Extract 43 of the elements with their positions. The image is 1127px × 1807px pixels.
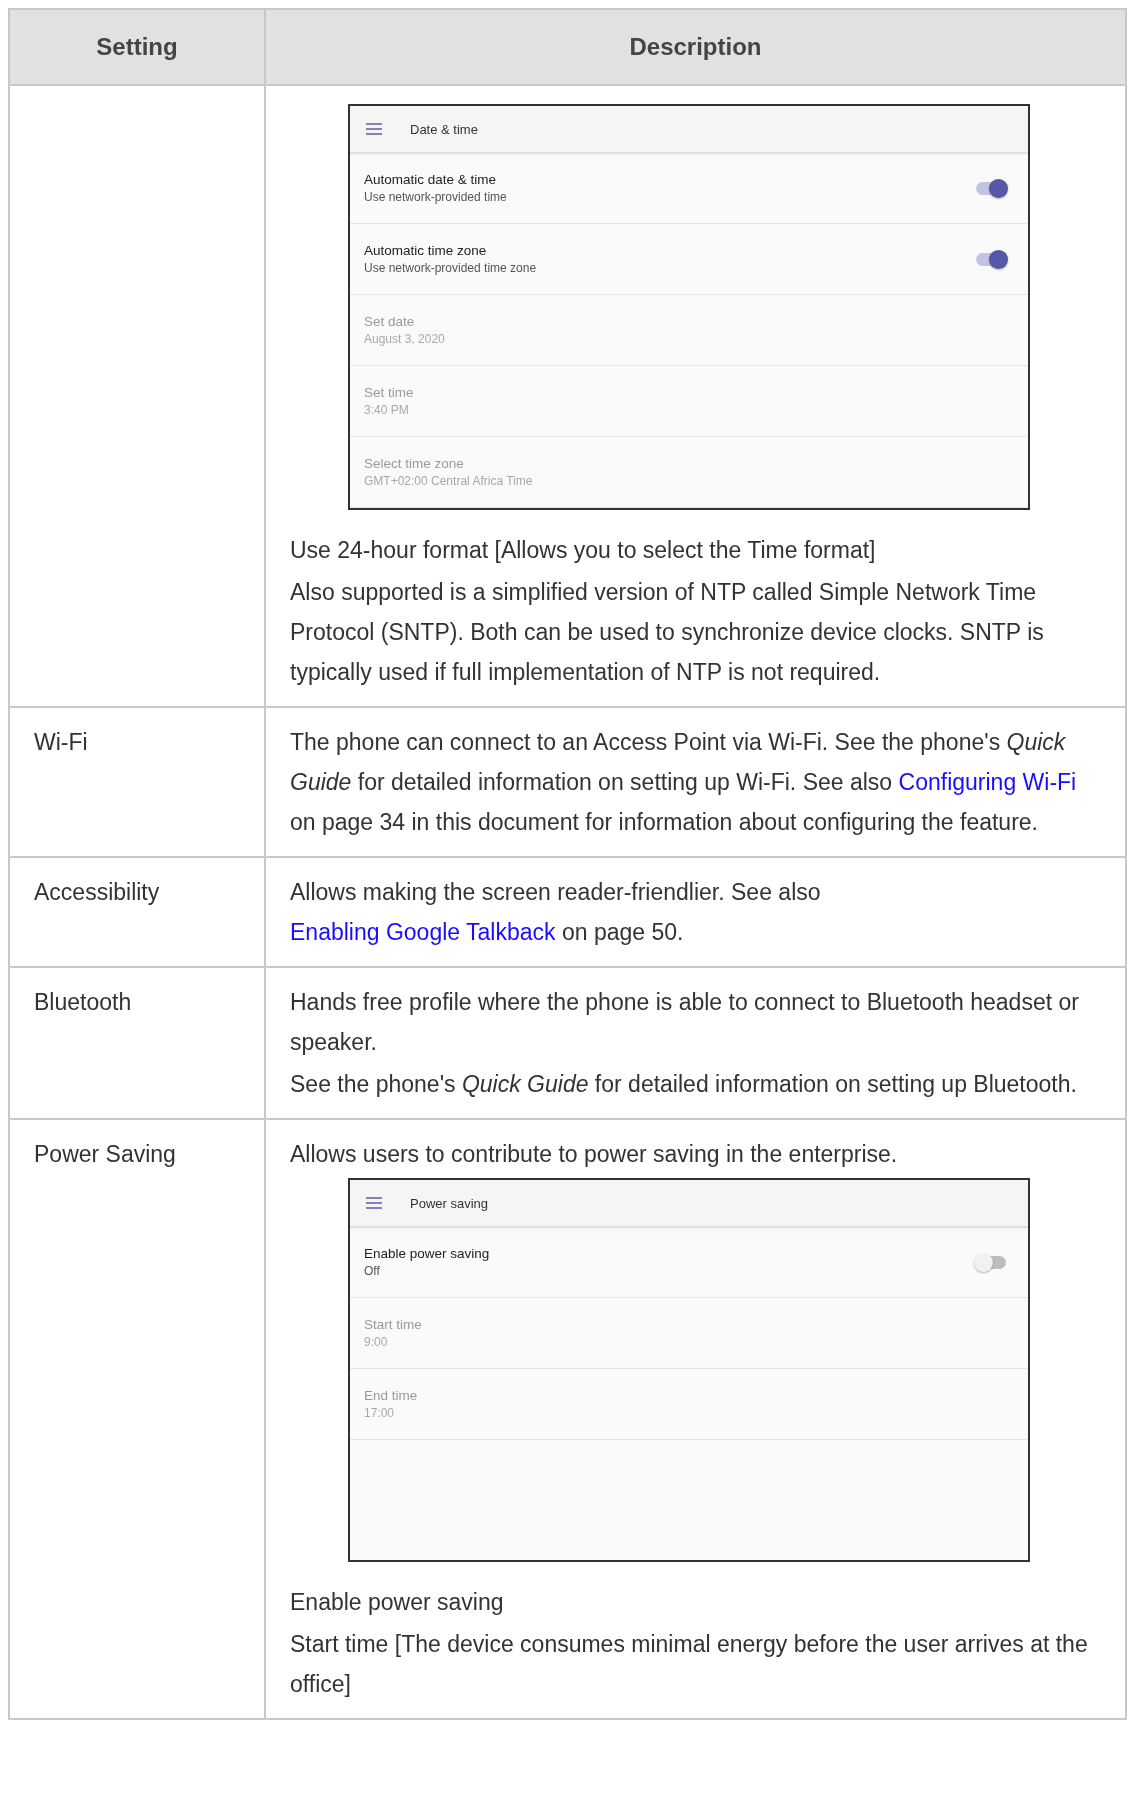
toggle-switch[interactable] (976, 252, 1006, 266)
description-text: Allows users to contribute to power saving in the enterprise. (290, 1140, 899, 1169)
setting-name: Wi-Fi (34, 728, 89, 757)
toggle-switch[interactable] (976, 181, 1006, 195)
settings-row[interactable]: Enable power saving Off (350, 1227, 1028, 1298)
screen-title: Power saving (410, 1195, 489, 1211)
setting-value: Off (364, 1264, 381, 1278)
setting-value: Use network-provided time (364, 190, 507, 204)
description-text: The phone can connect to an Access Point via Wi-Fi. See the phone's Quick Guide for detailed information on setting up Wi-Fi. See also Configuring Wi-Fi on page 34 in this document for information about configuring the feature. (290, 728, 1078, 837)
setting-name: Bluetooth (34, 988, 133, 1017)
description-text: Also supported is a simplified version of NTP called Simple Network Time Protocol (SNTP). Both can be used to synchronize device clocks. SNTP is typically used if full implementation of NTP is not required. (290, 578, 1045, 687)
screen-title: Date & time (410, 121, 478, 137)
setting-label: End time (364, 1388, 418, 1403)
column-header: Description (265, 9, 1126, 85)
setting-value: Use network-provided time zone (364, 261, 537, 275)
page-link[interactable]: Configuring Wi-Fi (898, 769, 1077, 795)
setting-label: Automatic time zone (364, 243, 488, 258)
setting-label: Automatic date & time (364, 172, 498, 187)
description-text: See the phone's Quick Guide for detailed information on setting up Bluetooth. (290, 1070, 1078, 1099)
setting-name: Accessibility (34, 878, 161, 907)
description-text: Hands free profile where the phone is able to connect to Bluetooth headset or speaker. (290, 988, 1080, 1057)
setting-value: 17:00 (364, 1406, 396, 1420)
description-text: Enable power saving (290, 1588, 505, 1617)
description-text: Allows making the screen reader-friendlier. See also Enabling Google Talkback on page 50. (290, 878, 822, 947)
page-link[interactable]: Enabling Google Talkback (290, 919, 556, 945)
menu-icon[interactable] (366, 1197, 382, 1209)
description-text: Use 24-hour format [Allows you to select the Time format] (290, 536, 877, 565)
setting-value: GMT+02:00 Central Africa Time (364, 474, 533, 488)
setting-label: Set time (364, 385, 414, 400)
column-header: Setting (9, 9, 265, 85)
setting-label: Set date (364, 314, 416, 329)
setting-name: Power Saving (34, 1140, 177, 1169)
setting-value: 3:40 PM (364, 403, 410, 417)
setting-value: August 3, 2020 (364, 332, 445, 346)
menu-icon[interactable] (366, 123, 382, 135)
settings-row[interactable]: Automatic time zone Use network-provided time zone (350, 224, 1028, 295)
setting-value: 9:00 (364, 1335, 389, 1349)
setting-label: Enable power saving (364, 1246, 490, 1261)
settings-row[interactable]: Automatic date & time Use network-provided time (350, 153, 1028, 224)
description-text: Start time [The device consumes minimal energy before the user arrives at the office] (290, 1630, 1089, 1699)
setting-label: Start time (364, 1317, 422, 1332)
setting-label: Select time zone (364, 456, 465, 471)
toggle-switch[interactable] (976, 1255, 1006, 1269)
